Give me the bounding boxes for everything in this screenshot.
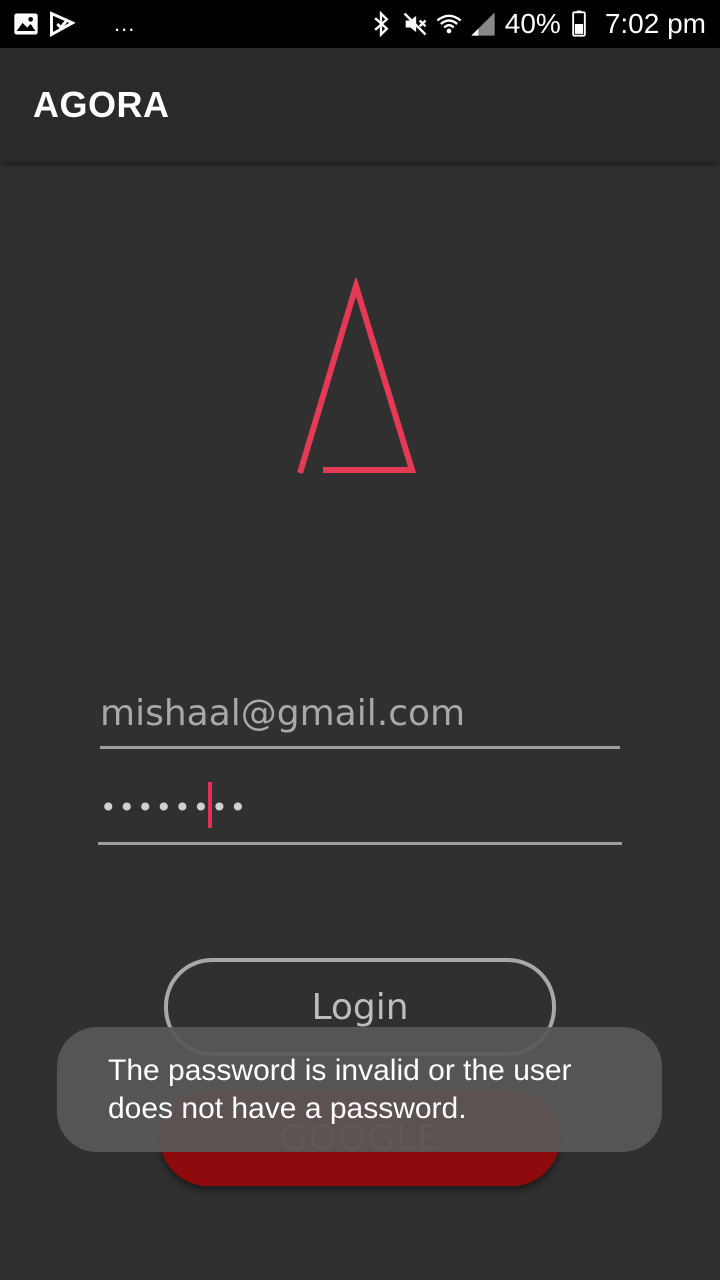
status-bar: ... 40% 7:02 pm bbox=[0, 0, 720, 48]
app-bar: AGORA bbox=[0, 48, 720, 162]
battery-percent: 40% bbox=[504, 8, 561, 39]
password-field[interactable]: •••••••• bbox=[98, 772, 622, 845]
mute-icon bbox=[403, 12, 427, 36]
email-value: mishaal@gmail.com bbox=[100, 693, 466, 734]
toast-message: The password is invalid or the user does… bbox=[108, 1054, 572, 1125]
notification-dots: ... bbox=[114, 11, 136, 36]
app-title: AGORA bbox=[33, 84, 170, 125]
clock: 7:02 pm bbox=[604, 8, 706, 39]
error-toast: The password is invalid or the user does… bbox=[57, 1027, 662, 1152]
status-right: 40% 7:02 pm bbox=[361, 6, 706, 42]
email-field[interactable]: mishaal@gmail.com bbox=[100, 676, 620, 749]
login-button-label: Login bbox=[311, 986, 409, 1028]
status-left: ... bbox=[12, 10, 135, 38]
battery-icon bbox=[572, 10, 586, 37]
signal-icon bbox=[471, 12, 495, 36]
bluetooth-icon bbox=[374, 10, 389, 38]
download-icon bbox=[50, 11, 76, 37]
password-masked-value: •••••••• bbox=[100, 791, 249, 824]
image-icon bbox=[14, 13, 38, 35]
wifi-icon bbox=[436, 14, 462, 34]
agora-triangle-logo-icon bbox=[297, 278, 417, 474]
text-cursor bbox=[208, 782, 212, 828]
